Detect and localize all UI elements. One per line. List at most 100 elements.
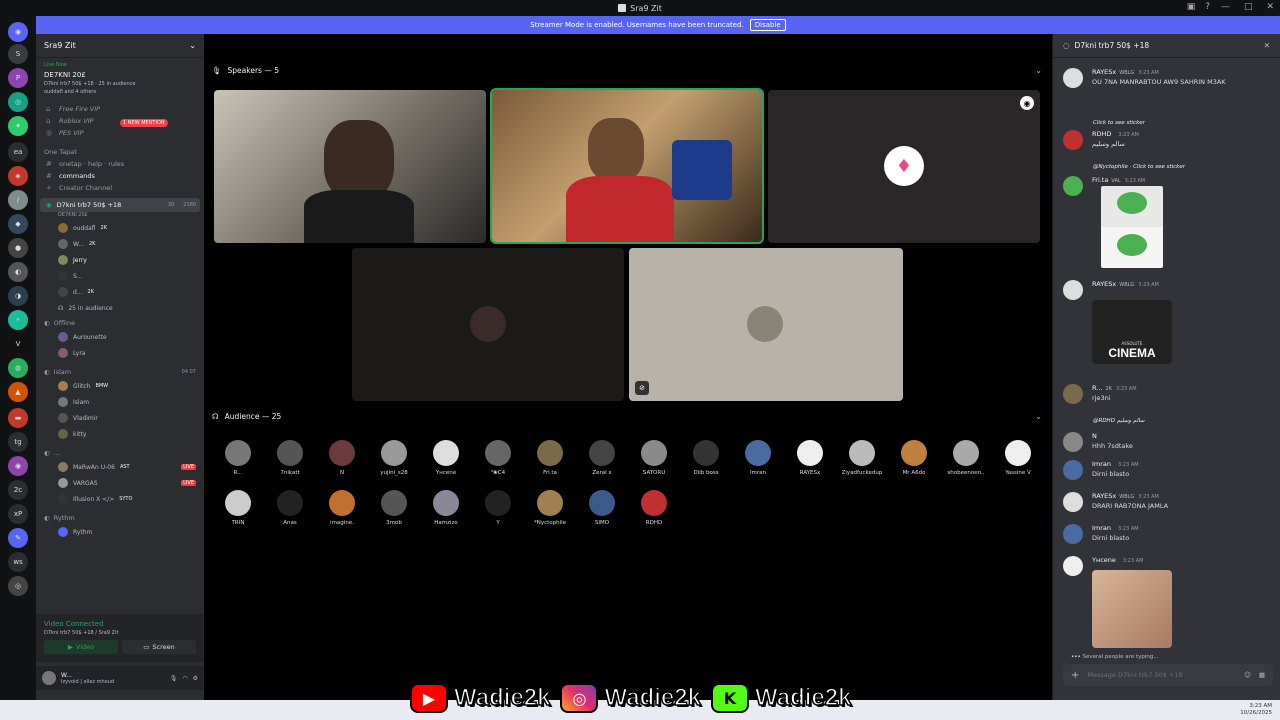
speaker-video-tile[interactable]: ♦ ◉: [768, 90, 1040, 243]
voice-member[interactable]: Lyra: [36, 345, 204, 361]
reply-preview[interactable]: Click to see sticker: [1093, 120, 1145, 126]
inbox-icon[interactable]: ▣: [1187, 2, 1196, 12]
audience-member[interactable]: *Nyctophile: [527, 490, 573, 526]
server-icon[interactable]: ws: [8, 552, 28, 572]
avatar[interactable]: [1063, 492, 1083, 512]
stage-channel-item[interactable]: ◉ D7kni trb7 50$ +18 30 2160: [40, 198, 200, 212]
headphones-icon[interactable]: ◠: [182, 675, 187, 682]
voice-status[interactable]: Video Connected: [44, 620, 196, 628]
server-icon[interactable]: ⚡: [8, 310, 28, 330]
server-icon[interactable]: ✎: [8, 528, 28, 548]
close-icon[interactable]: ✕: [1264, 41, 1270, 50]
screen-button[interactable]: ▭ Screen: [122, 640, 196, 654]
chevron-down-icon[interactable]: ⌄: [1035, 66, 1042, 75]
channel-item[interactable]: ◎ PES VIP: [36, 127, 204, 139]
audience-member[interactable]: Hamzizo: [423, 490, 469, 526]
category-header[interactable]: ◐ Offline: [36, 316, 204, 329]
audience-member[interactable]: RAYESx: [787, 440, 833, 476]
server-icon[interactable]: ◈: [8, 166, 28, 186]
server-icon[interactable]: ea: [8, 142, 28, 162]
message-author[interactable]: RAYESx WBLG 3:23 AM: [1092, 68, 1159, 76]
reply-preview[interactable]: @RDHD سالم وسليم: [1093, 418, 1144, 424]
audience-member[interactable]: imagine.: [319, 490, 365, 526]
speaker-video-tile[interactable]: ⊘: [629, 248, 903, 401]
audience-member[interactable]: RDHD: [631, 490, 677, 526]
channel-item[interactable]: ⌂ Free Fire VIP: [36, 103, 204, 115]
speaker-video-tile[interactable]: [352, 248, 624, 401]
plus-icon[interactable]: +: [1071, 670, 1079, 681]
avatar[interactable]: [1063, 68, 1083, 88]
server-icon[interactable]: 2c: [8, 480, 28, 500]
audience-member[interactable]: Ziyadfuckedup: [839, 440, 885, 476]
microphone-icon[interactable]: 🎙: [170, 675, 178, 682]
message-author[interactable]: N: [1092, 432, 1104, 440]
server-header[interactable]: Sra9 Zit ⌄: [36, 34, 204, 58]
avatar[interactable]: [42, 671, 56, 685]
audience-member[interactable]: ³❀C4: [475, 440, 521, 476]
voice-member[interactable]: Glitch BMW: [36, 378, 204, 394]
server-icon[interactable]: ◎: [8, 92, 28, 112]
message-author[interactable]: R... 2K 3:23 AM: [1092, 384, 1137, 392]
audience-member[interactable]: Fri.ta: [527, 440, 573, 476]
emoji-icon[interactable]: ☺: [1244, 671, 1251, 679]
voice-member[interactable]: Islam: [36, 394, 204, 410]
avatar[interactable]: [1063, 384, 1083, 404]
avatar[interactable]: [1063, 176, 1083, 196]
server-icon[interactable]: ◆: [8, 214, 28, 234]
message-author[interactable]: Imran 3:23 AM: [1092, 524, 1139, 532]
avatar[interactable]: [1063, 556, 1083, 576]
message-author[interactable]: Yнcene 3:23 AM: [1092, 556, 1143, 564]
voice-member[interactable]: Aurounette: [36, 329, 204, 345]
voice-member[interactable]: Rythm: [36, 524, 204, 540]
audience-member[interactable]: TRIN: [215, 490, 261, 526]
audience-member[interactable]: Mr A6do: [891, 440, 937, 476]
voice-member[interactable]: d... 2K: [36, 284, 204, 300]
audience-member[interactable]: Dlib boss: [683, 440, 729, 476]
audience-member[interactable]: N: [319, 440, 365, 476]
audience-member[interactable]: SIMO: [579, 490, 625, 526]
message-input[interactable]: + Message D7kni trb7 50$ +18 ☺ ▦: [1063, 664, 1273, 686]
home-icon[interactable]: ◉: [8, 22, 28, 42]
audience-member[interactable]: Anas: [267, 490, 313, 526]
audience-member[interactable]: yujini_s28: [371, 440, 417, 476]
server-icon[interactable]: /: [8, 190, 28, 210]
minimize-icon[interactable]: —: [1221, 2, 1230, 12]
message-author[interactable]: RAYESx WBLG 3:23 AM: [1092, 280, 1159, 288]
audience-member[interactable]: 3mob: [371, 490, 417, 526]
server-icon[interactable]: ▬: [8, 408, 28, 428]
avatar[interactable]: [1063, 460, 1083, 480]
close-icon[interactable]: ✕: [1266, 2, 1274, 12]
voice-member[interactable]: W... 2K: [36, 236, 204, 252]
meme-sticker[interactable]: [1101, 186, 1163, 268]
avatar[interactable]: [1063, 130, 1083, 150]
camera-icon[interactable]: ◉: [1020, 96, 1034, 110]
chevron-down-icon[interactable]: ⌄: [1035, 412, 1042, 421]
cinema-image[interactable]: ASSOLUTE CINEMA: [1092, 300, 1172, 364]
message-author[interactable]: Imran 3:23 AM: [1092, 460, 1139, 468]
audience-member[interactable]: Yassine V: [995, 440, 1041, 476]
server-icon[interactable]: ▲: [8, 382, 28, 402]
chat-image[interactable]: [1092, 570, 1172, 648]
video-button[interactable]: ▶ Video: [44, 640, 118, 654]
new-mention-badge[interactable]: 1 NEW MENTION: [120, 119, 168, 127]
voice-member[interactable]: Vladimir: [36, 410, 204, 426]
speaker-video-tile[interactable]: [214, 90, 486, 243]
audience-member[interactable]: R...: [215, 440, 261, 476]
category-header[interactable]: ◐ Islam 04 07: [36, 365, 204, 378]
audience-member[interactable]: 7nikatt: [267, 440, 313, 476]
audience-count[interactable]: ☊ 25 in audience: [36, 300, 204, 316]
reply-preview[interactable]: @Nyctophile · Click to see sticker: [1093, 164, 1185, 170]
server-icon[interactable]: S: [8, 44, 28, 64]
audience-member[interactable]: Imran: [735, 440, 781, 476]
speaker-video-tile[interactable]: [490, 88, 764, 244]
chevron-down-icon[interactable]: ⌄: [189, 41, 196, 50]
avatar[interactable]: [1063, 524, 1083, 544]
message-author[interactable]: Fri.ta VAL 3:23 AM: [1092, 176, 1145, 184]
server-icon[interactable]: ✦: [8, 116, 28, 136]
server-icon[interactable]: ●: [8, 238, 28, 258]
voice-member[interactable]: kitty: [36, 426, 204, 442]
server-icon[interactable]: ◑: [8, 286, 28, 306]
message-author[interactable]: RAYESx WBLG 3:23 AM: [1092, 492, 1159, 500]
voice-member[interactable]: Jerry: [36, 252, 204, 268]
voice-member[interactable]: Illusion X </> SYTO: [36, 491, 204, 507]
